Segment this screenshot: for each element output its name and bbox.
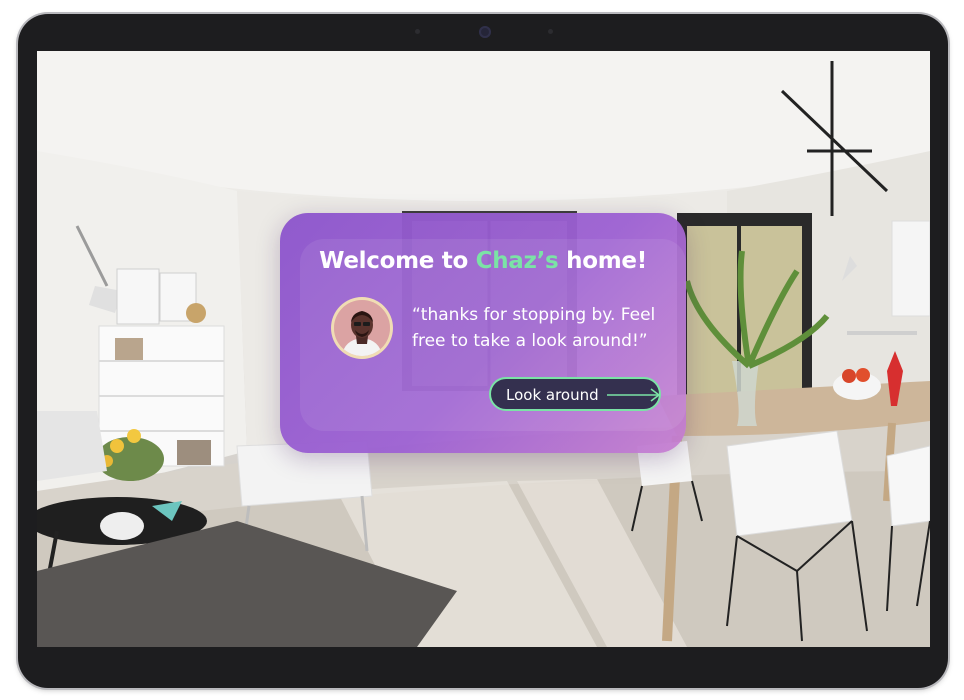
sensor-dot xyxy=(415,29,420,34)
host-quote: “thanks for stopping by. Feel free to ta… xyxy=(412,305,656,351)
look-around-label: Look around xyxy=(506,386,599,404)
look-around-button[interactable]: Look around xyxy=(489,377,661,411)
welcome-title-suffix: home! xyxy=(558,248,647,274)
welcome-title-prefix: Welcome to xyxy=(319,248,476,274)
person-avatar-icon xyxy=(334,300,390,356)
tablet-device: Welcome to Chaz’s home! “thanks for stop… xyxy=(18,14,948,688)
sensor-dot xyxy=(548,29,553,34)
arrow-right-icon xyxy=(607,388,661,402)
welcome-card: Welcome to Chaz’s home! “thanks for stop… xyxy=(280,213,686,453)
welcome-title: Welcome to Chaz’s home! xyxy=(280,248,686,274)
tablet-screen: Welcome to Chaz’s home! “thanks for stop… xyxy=(37,51,930,647)
user-avatar xyxy=(334,300,390,356)
front-camera xyxy=(479,26,491,38)
host-name: Chaz’s xyxy=(475,248,559,274)
